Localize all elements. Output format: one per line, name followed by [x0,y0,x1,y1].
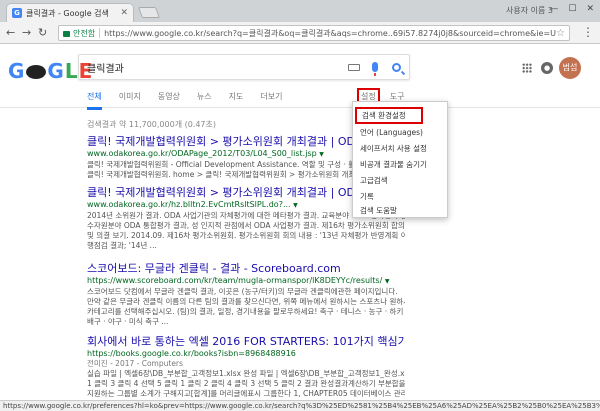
menu-item-hide-private-results[interactable]: 비공개 결과물 숨기기 [353,156,449,173]
browser-toolbar: ← → ↻ 안전함 https://www.google.co.kr/searc… [0,22,600,44]
search-box[interactable]: 클릭결과 [78,54,410,80]
result-snippet-line: 만약 같은 무글라 겐클릭 이름의 다른 팀의 결과를 찾으신다면, 위쪽 메뉴… [87,297,405,306]
browser-titlebar: G 클릭결과 - Google 검색 ✕ 사용자 이름 3 — ☐ ✕ [0,0,600,22]
menu-item-search-help[interactable]: 검색 도움말 [353,204,449,218]
menu-item-languages[interactable]: 언어 (Languages) [353,124,449,141]
omnibox-divider [99,28,101,38]
result-stats: 검색결과 약 11,700,000개 (0.47초) [87,120,217,129]
menu-item-history[interactable]: 기록 [353,188,449,205]
caret-down-icon[interactable]: ▼ [293,202,298,209]
chrome-menu-icon[interactable]: ⋮ [582,25,594,39]
result-snippet-line: 및 의결 보기. 2014.09. 제16차 평가소위원회. 평가소위원회 회의… [87,231,405,240]
new-tab-button[interactable] [137,7,161,18]
maximize-icon[interactable]: ☐ [568,4,576,14]
tab-close-icon[interactable]: ✕ [120,8,128,18]
result-title-link[interactable]: 스코어보드: 무글라 겐클릭 - 결과 - Scoreboard.com [87,262,405,275]
menu-item-search-settings[interactable]: 검색 환경설정 [355,107,423,124]
tab-maps[interactable]: 지도 [229,91,244,110]
profile-name[interactable]: 사용자 이름 3 [506,5,553,16]
result-url: https://www.scoreboard.com/kr/team/mugla… [87,275,405,287]
search-input[interactable]: 클릭결과 [87,60,348,75]
tab-title: 클릭결과 - Google 검색 [26,8,109,18]
tab-videos[interactable]: 동영상 [158,91,180,110]
result-url: https://books.google.co.kr/books?isbn=89… [87,349,296,358]
result-title-link[interactable]: 회사에서 바로 통하는 엑셀 2016 FOR STARTERS: 101가지 … [87,335,405,348]
search-result: 회사에서 바로 통하는 엑셀 2016 FOR STARTERS: 101가지 … [87,335,405,399]
forward-arrow-icon[interactable]: → [22,26,31,39]
result-snippet-line: 카테고리를 선택해주십시오. (팀)의 결과, 일정, 경기내용을 팔로우하세요… [87,307,405,316]
google-favicon-icon: G [12,8,22,18]
result-snippet-line: 배구 · 야구 · 미식 축구 ... [87,317,169,326]
url-text[interactable]: https://www.google.co.kr/search?q=클릭결과&o… [104,28,556,39]
tab-all[interactable]: 전체 [87,91,102,110]
tab-more[interactable]: 더보기 [260,91,282,110]
notifications-icon[interactable]: ● [541,62,553,74]
result-url-text: www.odakorea.go.kr/ODAPage_2012/T03/L04_… [87,149,317,158]
result-snippet-line: 지원하는 그룹별 소계가 구해지고[합계]를 머리글에표시 그룹한다 1, CH… [87,389,405,398]
settings-dropdown-menu: 검색 환경설정 언어 (Languages) 세이프서치 사용 설정 비공개 결… [352,101,448,218]
bookmark-star-icon[interactable]: ☆ [556,28,565,39]
reload-icon[interactable]: ↻ [38,26,47,39]
result-snippet-line: 행점검 결과; '14년 ... [87,241,157,250]
result-meta: 전미진 - 2017 - Computers [87,359,183,368]
result-url-text: www.odakorea.go.kr/hz.blltn2.EvCmtRsltSl… [87,200,291,209]
microphone-icon[interactable] [372,62,378,76]
result-snippet-line: 1 클릭 3 클릭 4 선택 5 클릭 1 클릭 2 클릭 4 클릭 3 선택 … [87,379,405,388]
avatar[interactable]: 범섭 [559,57,581,79]
search-result: 스코어보드: 무글라 겐클릭 - 결과 - Scoreboard.com htt… [87,262,405,327]
result-snippet-line: 스코어보드 닷컴에서 무글라 겐클릭 결과, 이곳은 (농구/터키)의 무글라 … [87,287,398,296]
result-snippet-line: 수자원분야 ODA 통합평가 결과, 성 인지적 관점에서 ODA 사업평가 결… [87,221,405,230]
search-tabs: 전체 이미지 동영상 뉴스 지도 더보기 [87,91,299,110]
browser-tab[interactable]: G 클릭결과 - Google 검색 ✕ [6,3,134,22]
secure-label: 안전함 [73,28,96,38]
search-icon[interactable] [392,62,401,72]
menu-item-safesearch[interactable]: 세이프서치 사용 설정 [353,140,449,157]
apps-grid-icon[interactable] [522,63,532,73]
minimize-icon[interactable]: — [549,4,558,14]
tab-news[interactable]: 뉴스 [197,91,212,110]
tab-images[interactable]: 이미지 [119,91,141,110]
menu-item-advanced-search[interactable]: 고급검색 [353,172,449,189]
result-snippet-line: 실습 파일 | 엑셀6장\DB_부분합_고객정보1.xlsx 완성 파일 | 엑… [87,369,405,378]
close-window-icon[interactable]: ✕ [586,4,594,14]
keyboard-icon[interactable] [348,63,360,71]
window-controls: — ☐ ✕ [549,4,594,14]
lock-icon [63,31,70,37]
caret-down-icon[interactable]: ▼ [319,151,324,158]
back-arrow-icon[interactable]: ← [6,26,15,39]
google-header: G GLE 클릭결과 ● 범섭 전체 이미지 동영상 뉴스 지도 더보기 설정 도… [0,44,600,110]
status-bar-url: https://www.google.co.kr/preferences?hl=… [0,400,600,411]
result-url-text: https://www.scoreboard.com/kr/team/mugla… [87,276,383,285]
caret-down-icon[interactable]: ▼ [385,278,390,285]
address-bar[interactable]: 안전함 https://www.google.co.kr/search?q=클릭… [58,25,570,41]
